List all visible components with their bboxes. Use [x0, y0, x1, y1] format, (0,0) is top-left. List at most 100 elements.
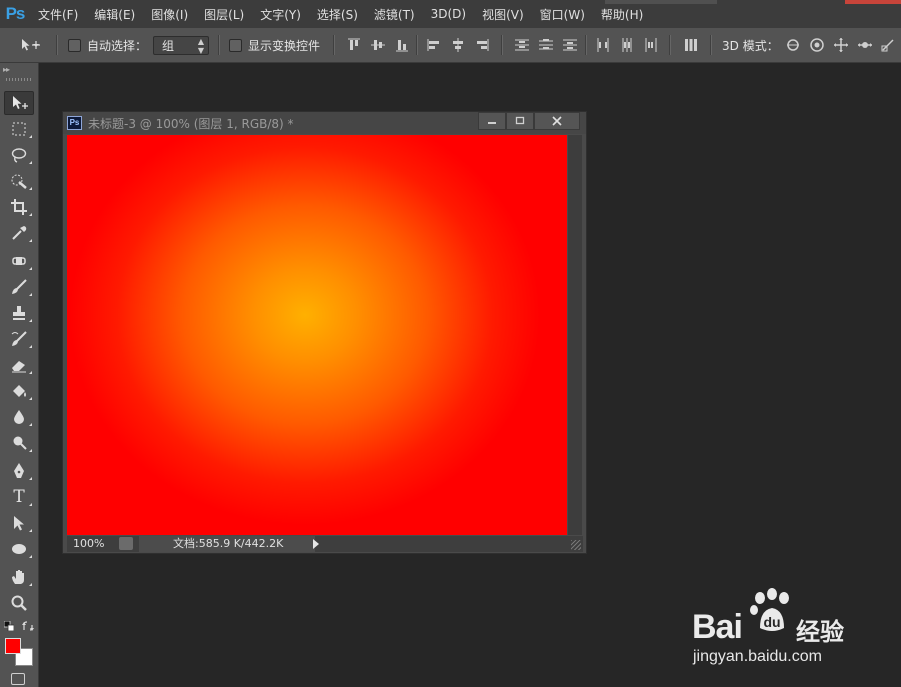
distribute-right-icon[interactable]: [643, 37, 659, 53]
baidu-paw-icon: du: [750, 588, 789, 631]
close-document-button[interactable]: [534, 112, 580, 130]
menu-view[interactable]: 视图(V): [474, 6, 532, 23]
options-separator: [218, 35, 220, 55]
hand-icon: [12, 570, 24, 584]
swap-colors-icon[interactable]: [22, 620, 34, 632]
healing-brush-tool[interactable]: [4, 249, 34, 273]
status-share-icon[interactable]: [119, 537, 133, 550]
auto-align-layers-icon[interactable]: [683, 37, 699, 53]
svg-text:du: du: [763, 614, 780, 630]
options-separator: [56, 35, 58, 55]
show-transform-checkbox[interactable]: [229, 38, 242, 52]
distribute-bottom-icon[interactable]: [562, 37, 578, 53]
show-transform-option[interactable]: 显示变换控件: [229, 28, 320, 62]
eyedropper-tool[interactable]: [4, 221, 34, 245]
mode-3d-label: 3D 模式：: [722, 38, 779, 53]
zoom-tool[interactable]: [4, 591, 34, 615]
watermark-url: jingyan.baidu.com: [693, 648, 822, 665]
menu-edit[interactable]: 编辑(E): [86, 6, 143, 23]
move-tool-preset-icon: [22, 39, 40, 51]
foreground-color-swatch[interactable]: [5, 638, 21, 654]
maximize-icon: [515, 116, 525, 125]
clone-stamp-tool[interactable]: [4, 301, 34, 325]
lasso-tool[interactable]: [4, 143, 34, 167]
history-brush-icon: [11, 331, 27, 346]
menu-help[interactable]: 帮助(H): [593, 6, 651, 23]
paint-bucket-tool[interactable]: [4, 379, 34, 403]
group-select-value: 组: [162, 39, 175, 53]
close-icon: [552, 116, 562, 126]
3d-slide-icon[interactable]: [857, 37, 873, 53]
minimize-button[interactable]: [478, 112, 506, 130]
document-canvas[interactable]: [67, 135, 567, 535]
document-info: 文档:585.9 K/442.2K: [139, 536, 315, 552]
vertical-scrollbar[interactable]: [568, 135, 582, 535]
document-titlebar[interactable]: Ps 未标题-3 @ 100% (图层 1, RGB/8) *: [63, 112, 586, 134]
marquee-tool[interactable]: [4, 117, 34, 141]
distribute-vcenter-icon[interactable]: [538, 37, 554, 53]
quick-select-tool[interactable]: [4, 169, 34, 193]
distribute-hcenter-icon[interactable]: [619, 37, 635, 53]
auto-select-checkbox[interactable]: [68, 38, 81, 52]
align-top-icon[interactable]: [346, 37, 362, 53]
menu-type[interactable]: 文字(Y): [252, 6, 309, 23]
quick-selection-icon: [11, 174, 27, 189]
minimize-icon: [488, 122, 496, 124]
menu-window[interactable]: 窗口(W): [532, 6, 593, 23]
type-tool[interactable]: T: [4, 485, 34, 509]
zoom-level[interactable]: 100%: [73, 537, 104, 550]
menu-3d[interactable]: 3D(D): [423, 7, 474, 21]
3d-roll-icon[interactable]: [809, 37, 825, 53]
resize-grip[interactable]: [571, 540, 581, 550]
auto-select-option[interactable]: 自动选择：: [68, 28, 147, 62]
menu-layer[interactable]: 图层(L): [196, 6, 252, 23]
brush-icon: [12, 279, 27, 294]
menu-image[interactable]: 图像(I): [143, 6, 196, 23]
history-brush-tool[interactable]: [4, 327, 34, 351]
collapse-panel-icon[interactable]: ▸▸: [3, 65, 10, 74]
dodge-icon: [13, 436, 27, 450]
dodge-tool[interactable]: [4, 431, 34, 455]
pen-icon: [14, 463, 24, 478]
distribute-top-icon[interactable]: [514, 37, 530, 53]
type-icon: T: [13, 487, 25, 507]
align-vcenter-icon[interactable]: [370, 37, 386, 53]
auto-select-target-select[interactable]: 组 ▲ ▼: [153, 36, 209, 55]
default-colors-icon[interactable]: [4, 621, 14, 631]
3d-drag-icon[interactable]: [833, 37, 849, 53]
options-separator: [501, 35, 503, 55]
align-left-icon[interactable]: [426, 37, 442, 53]
menu-file[interactable]: 文件(F): [30, 6, 86, 23]
maximize-button[interactable]: [506, 112, 534, 130]
menu-select[interactable]: 选择(S): [309, 6, 366, 23]
crop-icon: [11, 199, 27, 215]
pen-tool[interactable]: [4, 459, 34, 483]
rectangle-marquee-icon: [12, 122, 26, 136]
3d-rotate-icon[interactable]: [785, 37, 801, 53]
eraser-tool[interactable]: [4, 353, 34, 377]
ps-document-icon: Ps: [67, 116, 82, 130]
hand-tool[interactable]: [4, 565, 34, 589]
menu-bar: Ps 文件(F) 编辑(E) 图像(I) 图层(L) 文字(Y) 选择(S) 滤…: [0, 0, 901, 28]
distribute-left-icon[interactable]: [595, 37, 611, 53]
auto-select-label: 自动选择：: [87, 38, 148, 53]
align-right-icon[interactable]: [474, 37, 490, 53]
blur-tool[interactable]: [4, 405, 34, 429]
path-selection-tool[interactable]: [4, 511, 34, 535]
panel-grip[interactable]: [6, 78, 32, 81]
brush-tool[interactable]: [4, 275, 34, 299]
align-bottom-icon[interactable]: [394, 37, 410, 53]
move-tool[interactable]: [4, 91, 34, 115]
status-menu-arrow-icon[interactable]: [313, 539, 319, 549]
crop-tool[interactable]: [4, 195, 34, 219]
ellipse-tool[interactable]: [4, 537, 34, 561]
blur-drop-icon: [14, 410, 24, 424]
toolbox-panel: ▸▸ T: [0, 63, 39, 687]
menu-filter[interactable]: 滤镜(T): [366, 6, 423, 23]
window-close-button[interactable]: [845, 0, 901, 4]
quick-mask-icon[interactable]: [11, 673, 25, 685]
align-hcenter-icon[interactable]: [450, 37, 466, 53]
stamp-icon: [13, 306, 25, 320]
tool-preset-picker[interactable]: [8, 28, 42, 62]
3d-scale-icon[interactable]: [880, 37, 896, 53]
